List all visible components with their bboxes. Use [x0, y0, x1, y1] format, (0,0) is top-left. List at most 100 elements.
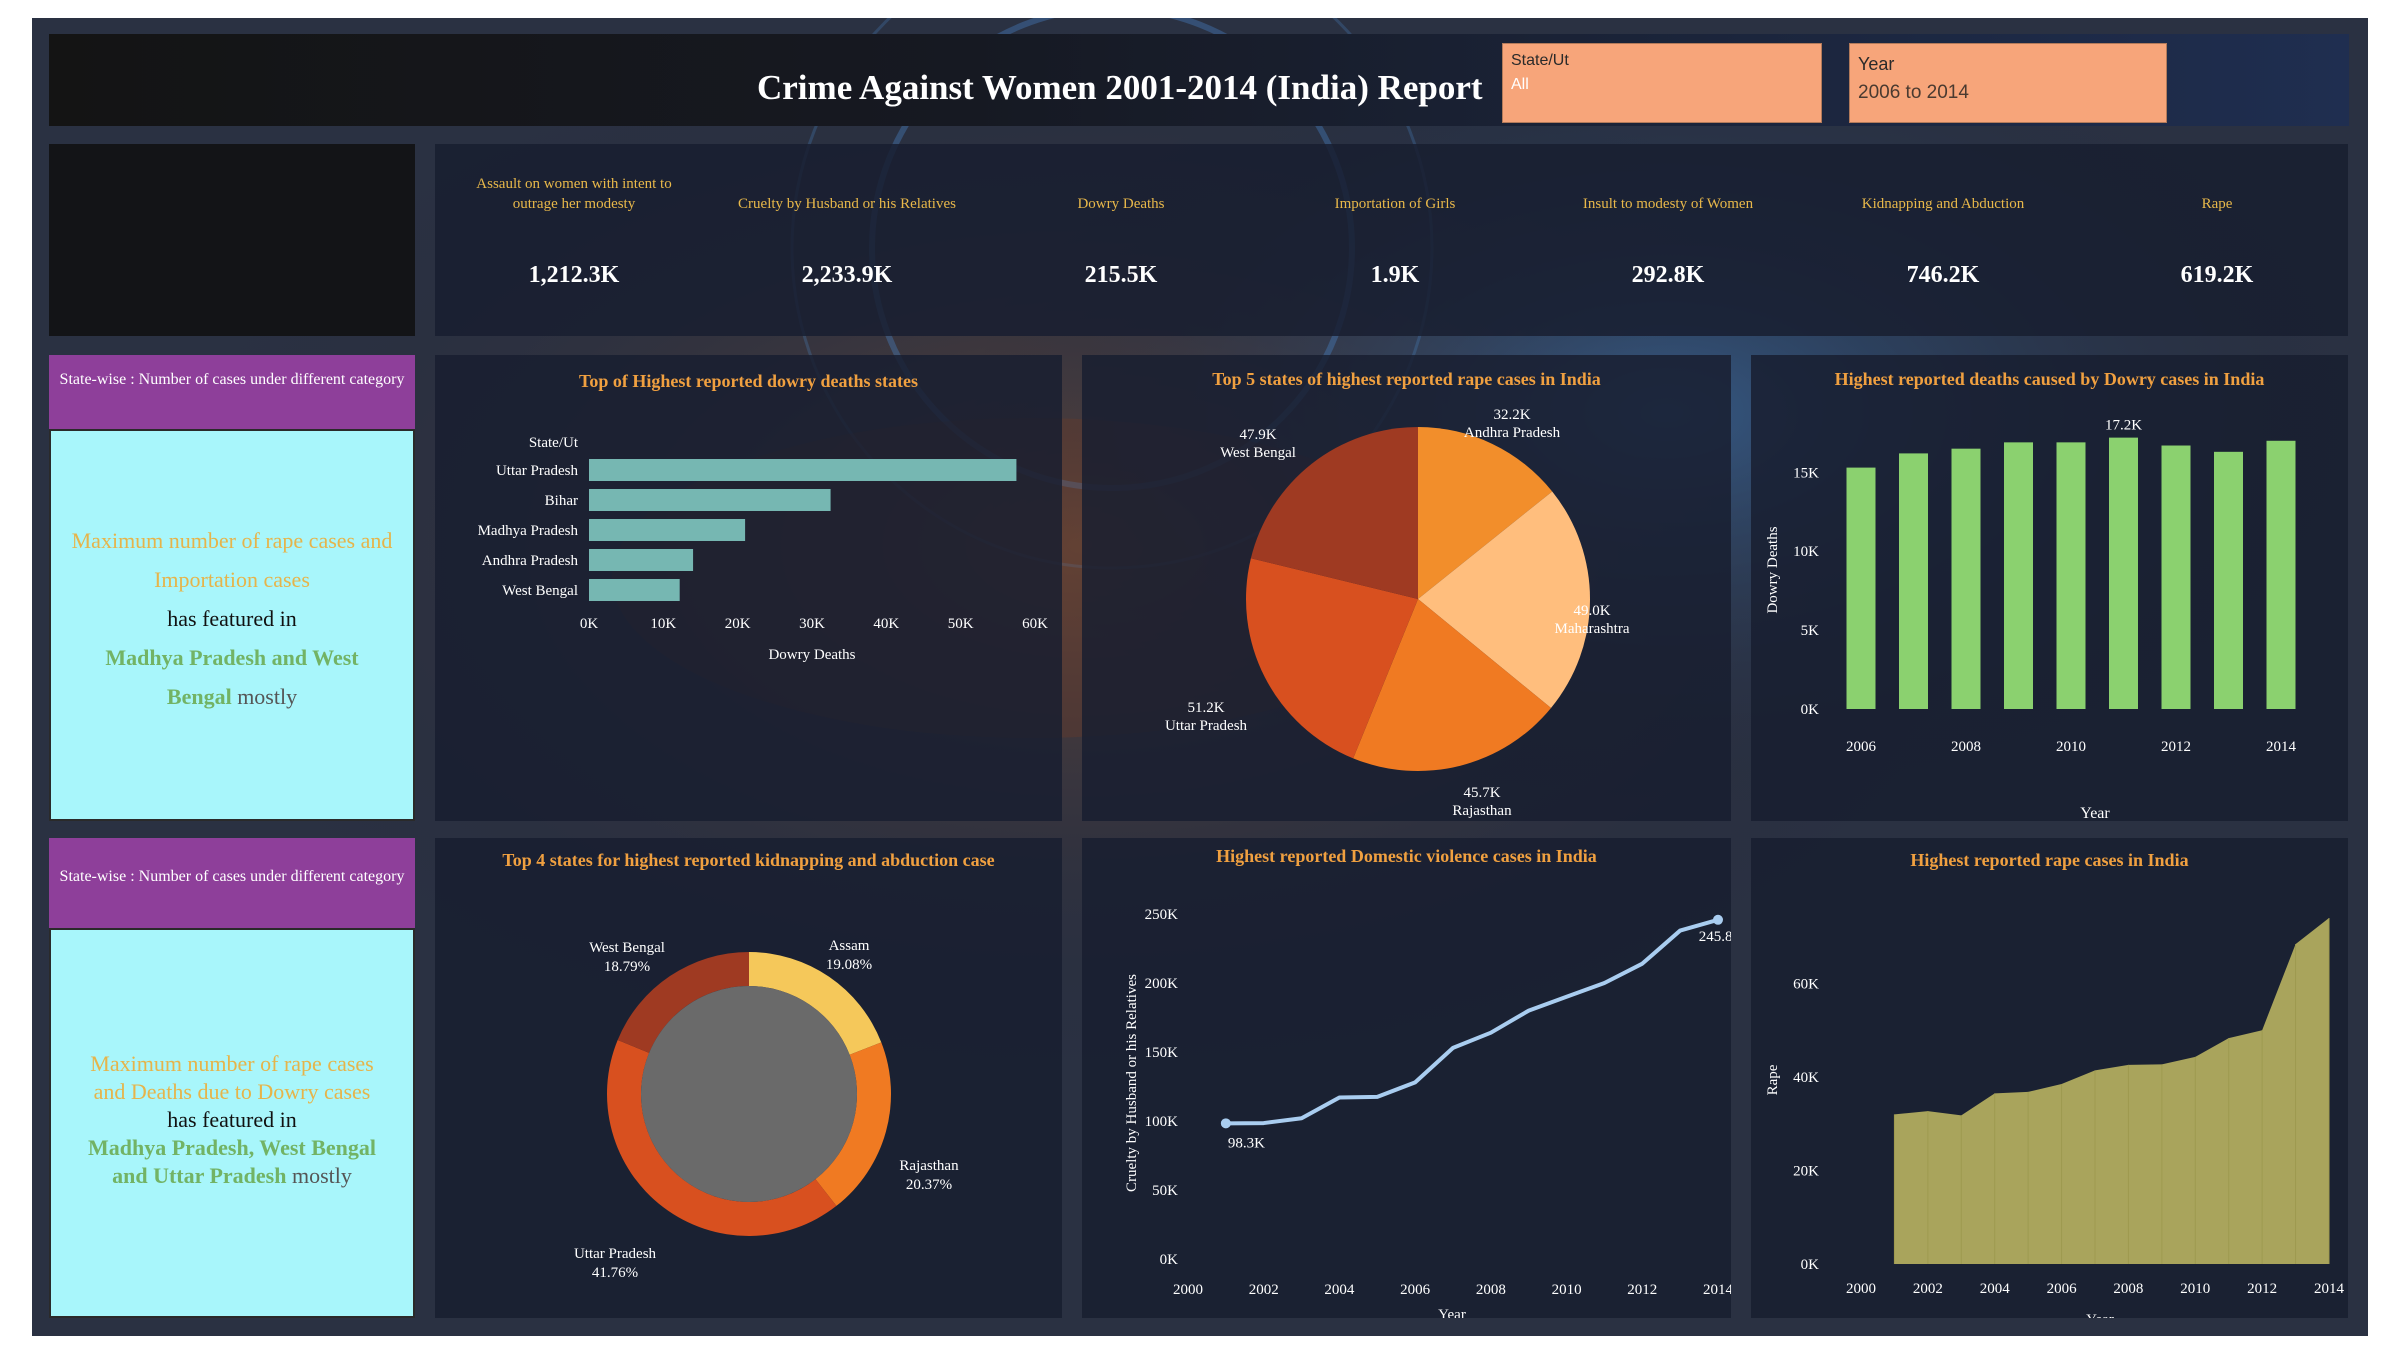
side-panel-1: State-wise : Number of cases under diffe… — [49, 355, 415, 821]
end-value-label: 245.8K — [1699, 929, 1731, 945]
category-label-west-bengal: West Bengal — [502, 583, 578, 599]
kpi-value-cruelty-by-husband-or-his-relatives: 2,233.9K — [801, 262, 893, 288]
rape-states-pie: 32.2K Andhra Pradesh 49.0K Maharashtra 45.7K… — [1165, 407, 1630, 819]
header-bar: Crime Against Women 2001-2014 (India) Re… — [49, 34, 2349, 126]
domestic-violence-panel: Highest reported Domestic violence cases… — [1082, 838, 1731, 1318]
year-filter-value: 2006 to 2014 — [1858, 82, 1969, 103]
y-axis-label: Cruelty by Husband or his Relatives — [1124, 974, 1140, 1192]
bar-bihar — [589, 489, 831, 511]
x-tick-label: 2006 — [1846, 739, 1877, 755]
y-tick-label: 60K — [1793, 976, 1819, 992]
bar-2013 — [2214, 451, 2243, 709]
y-tick-label: 50K — [1152, 1183, 1178, 1199]
x-tick-label: 2014 — [2266, 739, 2297, 755]
category-label-andhra-pradesh: Andhra Pradesh — [482, 553, 579, 569]
x-tick-label: 40K — [873, 616, 899, 632]
x-tick-label: 2008 — [1476, 1282, 1506, 1298]
pie-value-rajasthan: 45.7K — [1463, 785, 1500, 801]
x-tick-label: 50K — [948, 616, 974, 632]
start-point — [1220, 1118, 1231, 1129]
dashboard-frame: Crime Against Women 2001-2014 (India) Re… — [32, 18, 2368, 1336]
pie-label-west-bengal: West Bengal — [1220, 445, 1296, 461]
pie-value-uttar-pradesh: 51.2K — [1187, 700, 1224, 716]
side-panel-1-line4: mostly — [237, 684, 298, 709]
donut-percent-assam: 19.08% — [826, 957, 872, 973]
y-tick-label: 10K — [1793, 544, 1819, 560]
pie-label-uttar-pradesh: Uttar Pradesh — [1165, 718, 1248, 734]
y-tick-label: 0K — [1801, 1257, 1820, 1273]
side-panel-1-header: State-wise : Number of cases under diffe… — [49, 355, 415, 429]
side-panel-1-line2: has featured in — [167, 606, 297, 631]
y-tick-label: 5K — [1801, 623, 1820, 639]
x-tick-label: 2004 — [1324, 1282, 1355, 1298]
x-tick-label: 2000 — [1846, 1281, 1876, 1297]
bar-andhra-pradesh — [589, 549, 694, 571]
domestic-violence-chart: 0K 50K 100K 150K 200K 250K 2000 2002 2004 2006 200… — [1124, 907, 1731, 1318]
y-tick-label: 100K — [1145, 1114, 1179, 1130]
kidnapping-donut-panel: Top 4 states for highest reported kidnap… — [435, 838, 1062, 1318]
peak-label: 17.2K — [2105, 418, 2142, 434]
bar-2010 — [2056, 442, 2086, 709]
side-panel-2-body: Maximum number of rape cases and Deaths … — [49, 928, 415, 1318]
pie-label-andhra-pradesh: Andhra Pradesh — [1464, 425, 1561, 441]
y-tick-label: 0K — [1801, 702, 1820, 718]
x-axis-label: Year — [1438, 1307, 1466, 1318]
side-panel-1-body: Maximum number of rape cases and Importa… — [49, 429, 415, 821]
kpi-value-kidnapping-and-abduction: 746.2K — [1906, 262, 1980, 288]
pie-value-west-bengal: 47.9K — [1239, 427, 1276, 443]
kidnapping-donut: Assam 19.08% Rajasthan 20.37% Uttar Pradesh 4… — [574, 938, 959, 1281]
donut-hole — [641, 986, 857, 1202]
dowry-states-chart-panel: Top of Highest reported dowry deaths sta… — [435, 355, 1062, 821]
dowry-deaths-year-chart: 0K 5K 10K 15K 17.2K 2006 2008 2010 2012 2014 Year D… — [1765, 418, 2297, 821]
kpi-label-importation-of-girls: Importation of Girls — [1334, 196, 1456, 212]
category-label-uttar-pradesh: Uttar Pradesh — [496, 463, 579, 479]
kpi-value-assault-on-women-with-intent-to-outrage-her-modesty: 1,212.3K — [528, 262, 620, 288]
state-filter-value: All — [1511, 76, 1529, 93]
x-tick-label: 2006 — [1400, 1282, 1431, 1298]
rape-cases-panel: Highest reported rape cases in India 0K 2… — [1751, 838, 2348, 1318]
bar-2012 — [2161, 445, 2191, 709]
x-tick-label: 60K — [1022, 616, 1048, 632]
y-tick-label: 0K — [1160, 1252, 1179, 1268]
state-filter[interactable]: State/Ut All — [1502, 43, 1822, 123]
year-filter[interactable]: Year 2006 to 2014 — [1849, 43, 2167, 123]
x-tick-label: 30K — [799, 616, 825, 632]
y-tick-label: 200K — [1145, 976, 1179, 992]
donut-label-uttar-pradesh: Uttar Pradesh — [574, 1246, 657, 1262]
x-axis-label: Year — [2086, 1312, 2114, 1318]
bar-2008 — [1951, 448, 1981, 709]
y-tick-label: 15K — [1793, 465, 1819, 481]
rape-states-pie-panel: Top 5 states of highest reported rape ca… — [1082, 355, 1731, 821]
x-tick-label: 2010 — [2056, 739, 2086, 755]
blank-panel — [49, 144, 415, 336]
bar-2009 — [2004, 442, 2033, 709]
y-tick-label: 40K — [1793, 1070, 1819, 1086]
year-filter-label: Year — [1858, 54, 1895, 74]
x-tick-label: 2008 — [2113, 1281, 2143, 1297]
dowry-states-chart: State/Ut Uttar Pradesh Bihar Madhya Pradesh… — [478, 435, 1048, 663]
kpi-value-insult-to-modesty-of-women: 292.8K — [1631, 262, 1705, 288]
x-tick-label: 2002 — [1913, 1281, 1943, 1297]
x-tick-label: 2012 — [2161, 739, 2191, 755]
x-tick-label: 2006 — [2047, 1281, 2078, 1297]
y-tick-label: 250K — [1145, 907, 1179, 923]
y-tick-label: 150K — [1145, 1045, 1179, 1061]
x-tick-label: 20K — [725, 616, 751, 632]
kpi-label-dowry-deaths: Dowry Deaths — [1077, 196, 1165, 212]
y-axis-label: Rape — [1765, 1064, 1781, 1095]
rape-cases-chart: 0K 20K 40K 60K 2000 2002 2004 2006 2008 2010 2012 2… — [1765, 918, 2345, 1318]
pie-label-rajasthan: Rajasthan — [1452, 803, 1512, 819]
end-point — [1713, 914, 1723, 925]
x-axis-label: Dowry Deaths — [768, 647, 855, 663]
side-panel-2-line4: mostly — [291, 1163, 352, 1188]
donut-percent-rajasthan: 20.37% — [906, 1177, 952, 1193]
dowry-deaths-year-panel: Highest reported deaths caused by Dowry … — [1751, 355, 2348, 821]
bar-west-bengal — [589, 579, 680, 601]
kpi-value-dowry-deaths: 215.5K — [1084, 262, 1158, 288]
side-panel-2-header: State-wise : Number of cases under diffe… — [49, 838, 415, 928]
kpi-label-rape: Rape — [2201, 196, 2233, 212]
x-tick-label: 2012 — [1627, 1282, 1657, 1298]
x-tick-label: 2010 — [1552, 1282, 1582, 1298]
side-panel-2-line1: Maximum number of rape cases and Deaths … — [90, 1051, 374, 1104]
x-tick-label: 2000 — [1173, 1282, 1203, 1298]
